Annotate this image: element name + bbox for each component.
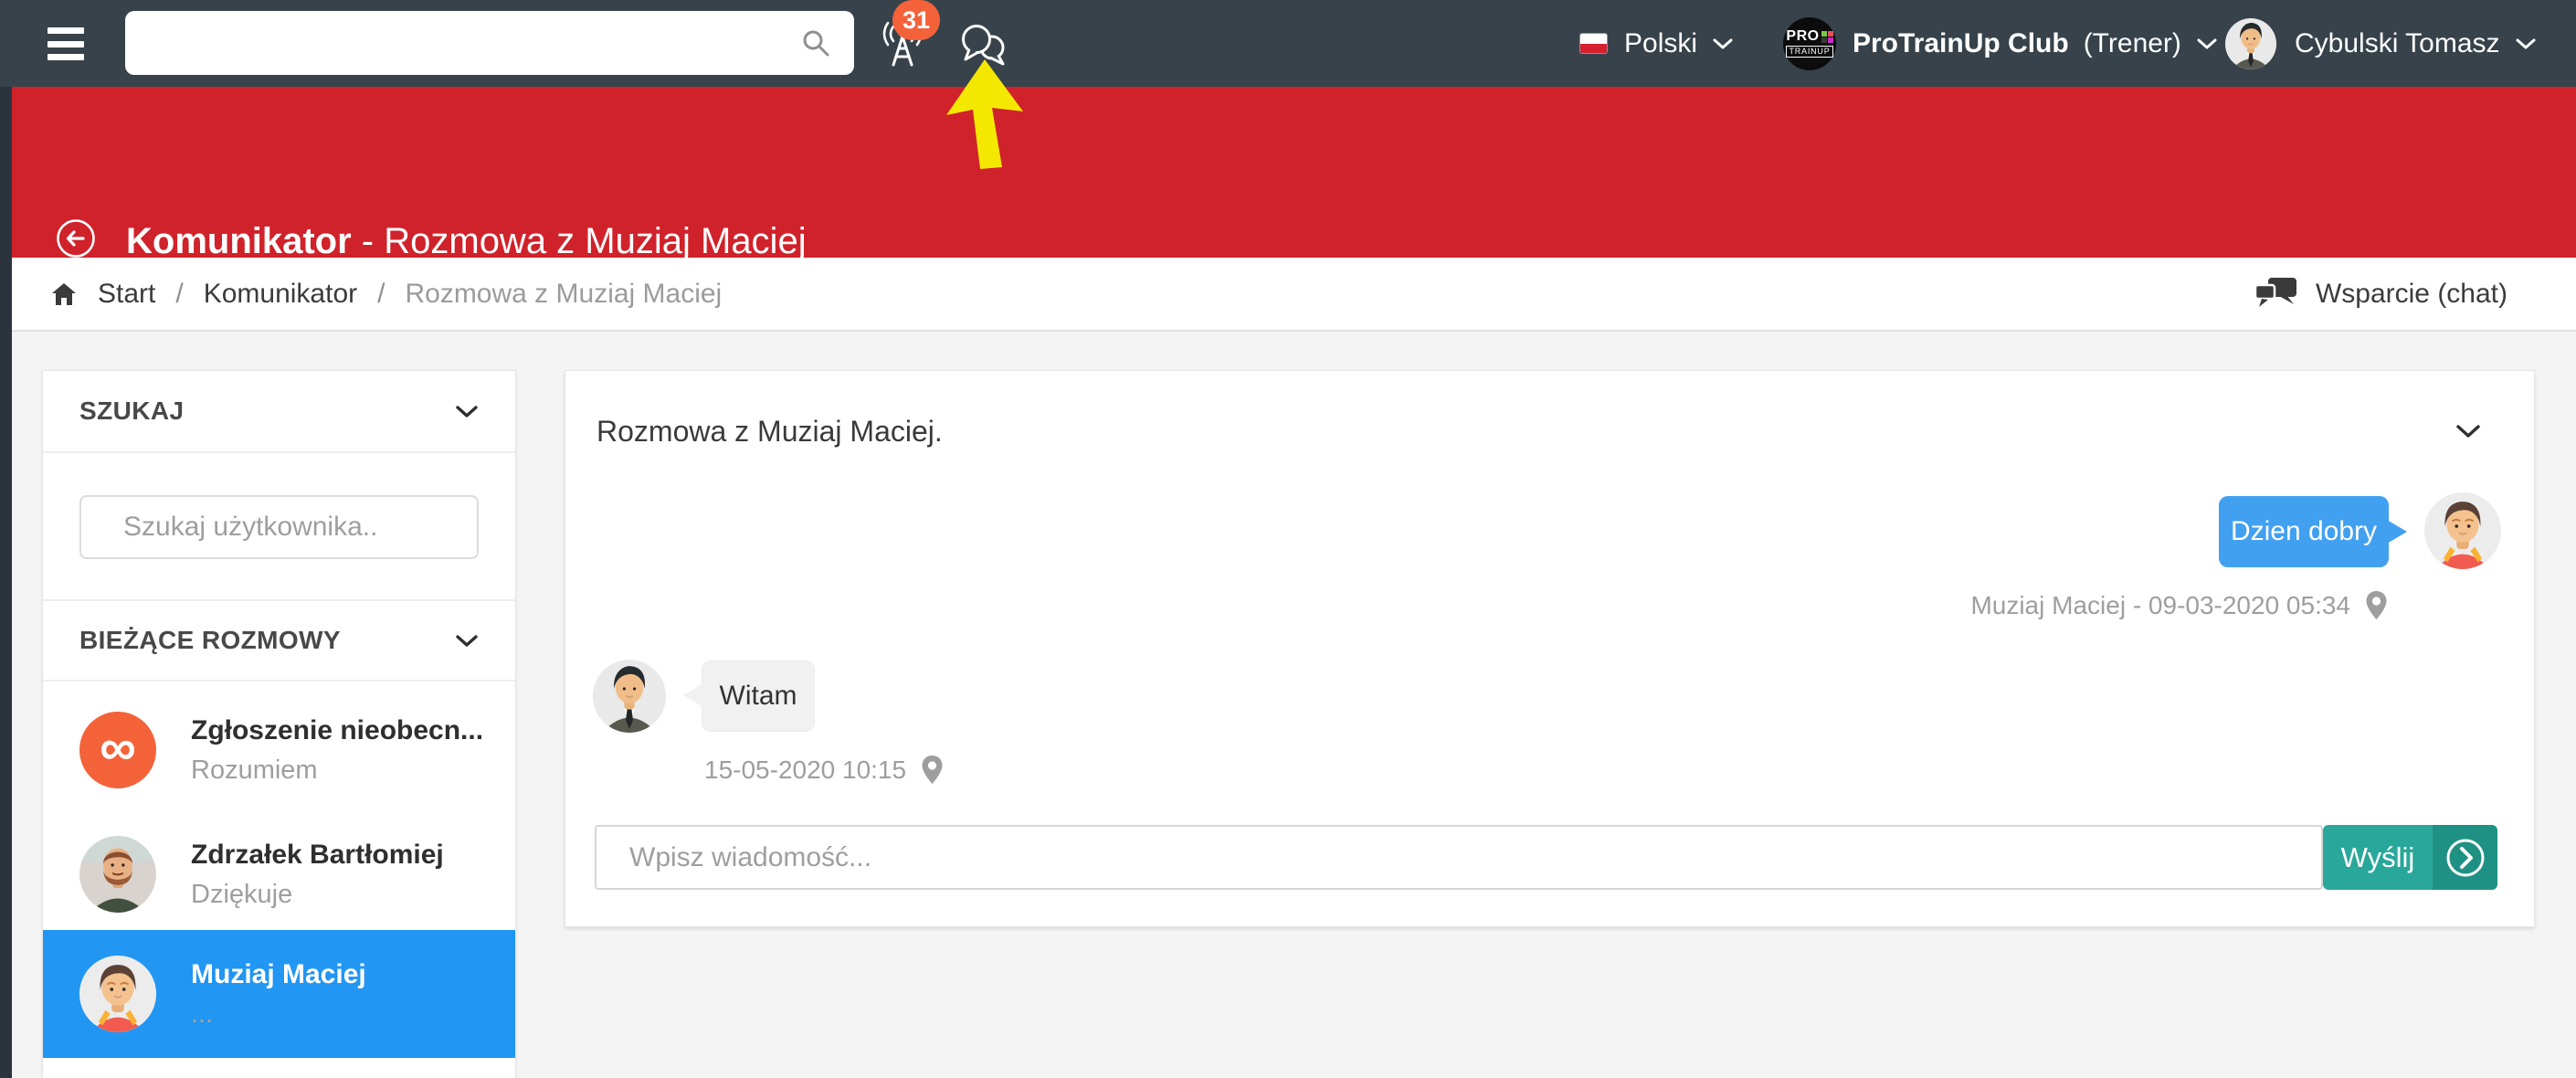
language-label: Polski [1624,28,1697,59]
conversation-text: Muziaj Maciej ... [191,959,366,1030]
language-selector[interactable]: Polski [1579,0,1734,87]
message-text: Dzien dobry [2231,516,2377,547]
club-selector[interactable]: PRO TRAINUP ProTrainUp Club (Trener) [1783,0,2218,87]
conversation-item[interactable]: ∞ Zgłoszenie nieobecn... Rozumiem [43,682,515,819]
conversation-item[interactable]: Zdrzałek Bartłomiej Dziękuje [43,819,515,930]
collapsed-menu-strip [0,87,12,1078]
avatar-suit-man [593,660,666,733]
chevron-down-icon [1712,37,1734,50]
avatar-boy [79,956,156,1032]
bubble-tail [2387,520,2407,544]
club-name: ProTrainUp Club [1853,28,2069,59]
top-navbar: 31 Polski PRO TRAINUP ProTrainUp Club (T… [0,0,2576,87]
user-search [79,495,479,559]
user-search-input[interactable] [123,512,476,543]
message-meta: Muziaj Maciej - 09-03-2020 05:34 [1970,590,2388,620]
conversation-name: Zgłoszenie nieobecn... [191,715,483,746]
support-chat-label: Wsparcie (chat) [2316,279,2507,310]
logo-text-trainup: TRAINUP [1786,46,1832,58]
breadcrumb: Start / Komunikator / Rozmowa z Muziaj M… [50,258,722,330]
bubble-tail [683,683,703,707]
chat-title: Rozmowa z Muziaj Maciej. [596,415,943,449]
message-input-wrap [595,825,2323,890]
infinity-icon: ∞ [100,722,136,773]
location-pin-icon [2365,590,2388,620]
global-search-input[interactable] [125,27,801,58]
chat-panel: Rozmowa z Muziaj Maciej. Dzien dobry Muz… [565,370,2535,927]
conversation-preview: Rozumiem [191,756,483,786]
back-button[interactable] [55,217,97,259]
message-meta-text: Muziaj Maciej - 09-03-2020 05:34 [1970,591,2350,620]
message-bubble-left: Witam [702,661,815,732]
support-chat-icon [2255,278,2297,311]
conversations-sidebar: SZUKAJ BIEŻĄCE ROZMOWY ∞ Zgłoszenie nieo… [42,370,516,1078]
conversation-item-selected[interactable]: Muziaj Maciej ... [43,930,515,1058]
conversations-section-label: BIEŻĄCE ROZMOWY [79,626,341,655]
breadcrumb-separator: / [175,279,183,310]
page-title: Komunikator - Rozmowa z Muziaj Maciej [126,221,807,262]
chevron-down-icon[interactable] [2455,424,2481,439]
search-icon [801,28,830,58]
send-button[interactable]: Wyślij [2323,825,2497,890]
breadcrumb-komunikator[interactable]: Komunikator [204,279,357,310]
user-menu[interactable]: Cybulski Tomasz [2225,0,2537,87]
conversation-name: Muziaj Maciej [191,959,366,990]
user-avatar [2225,18,2276,69]
breadcrumb-separator: / [377,279,385,310]
avatar-boy [2424,492,2501,569]
avatar-beard-man [79,836,156,913]
global-search [125,11,854,75]
club-role: (Trener) [2084,28,2181,59]
search-section-header[interactable]: SZUKAJ [43,371,515,453]
chevron-down-icon [2196,37,2218,50]
send-icon-box [2433,825,2497,890]
conversation-text: Zdrzałek Bartłomiej Dziękuje [191,840,444,910]
chevron-down-icon [2515,37,2537,50]
chat-bubbles-icon[interactable] [957,22,1010,69]
conversation-preview: Dziękuje [191,880,444,910]
message-input[interactable] [596,842,2321,873]
conversation-name: Zdrzałek Bartłomiej [191,840,444,871]
logo-text-pro: PRO [1786,29,1819,44]
infinity-avatar: ∞ [79,712,156,788]
protrainup-logo: PRO TRAINUP [1783,17,1836,70]
page-header: Komunikator - Rozmowa z Muziaj Maciej [12,87,2576,258]
message-meta: 15-05-2020 10:15 [704,755,944,785]
location-pin-icon [921,755,944,785]
page-title-bold: Komunikator [126,221,352,261]
notification-badge: 31 [892,0,940,40]
chevron-down-icon [455,405,479,418]
search-section-label: SZUKAJ [79,396,184,426]
send-button-label: Wyślij [2323,825,2433,890]
send-arrow-icon [2444,836,2487,880]
message-bubble-right: Dzien dobry [2219,496,2389,567]
breadcrumb-start[interactable]: Start [98,279,155,310]
message-meta-text: 15-05-2020 10:15 [704,756,906,785]
breadcrumb-current: Rozmowa z Muziaj Maciej [405,279,722,310]
home-icon[interactable] [50,281,78,307]
user-search-wrap [43,453,515,599]
notifications-button[interactable]: 31 [872,0,945,87]
breadcrumb-bar: Start / Komunikator / Rozmowa z Muziaj M… [12,258,2576,332]
page-title-rest: - Rozmowa z Muziaj Maciej [352,221,807,261]
user-name: Cybulski Tomasz [2295,28,2500,59]
conversation-text: Zgłoszenie nieobecn... Rozumiem [191,715,483,786]
logo-pixels [1821,31,1833,43]
conversation-preview: ... [191,999,366,1030]
hamburger-menu-icon[interactable] [48,27,84,60]
message-text: Witam [720,681,797,712]
support-chat-link[interactable]: Wsparcie (chat) [2255,258,2507,330]
chevron-down-icon [455,634,479,648]
poland-flag-icon [1579,33,1608,54]
conversations-section-header[interactable]: BIEŻĄCE ROZMOWY [43,599,515,682]
